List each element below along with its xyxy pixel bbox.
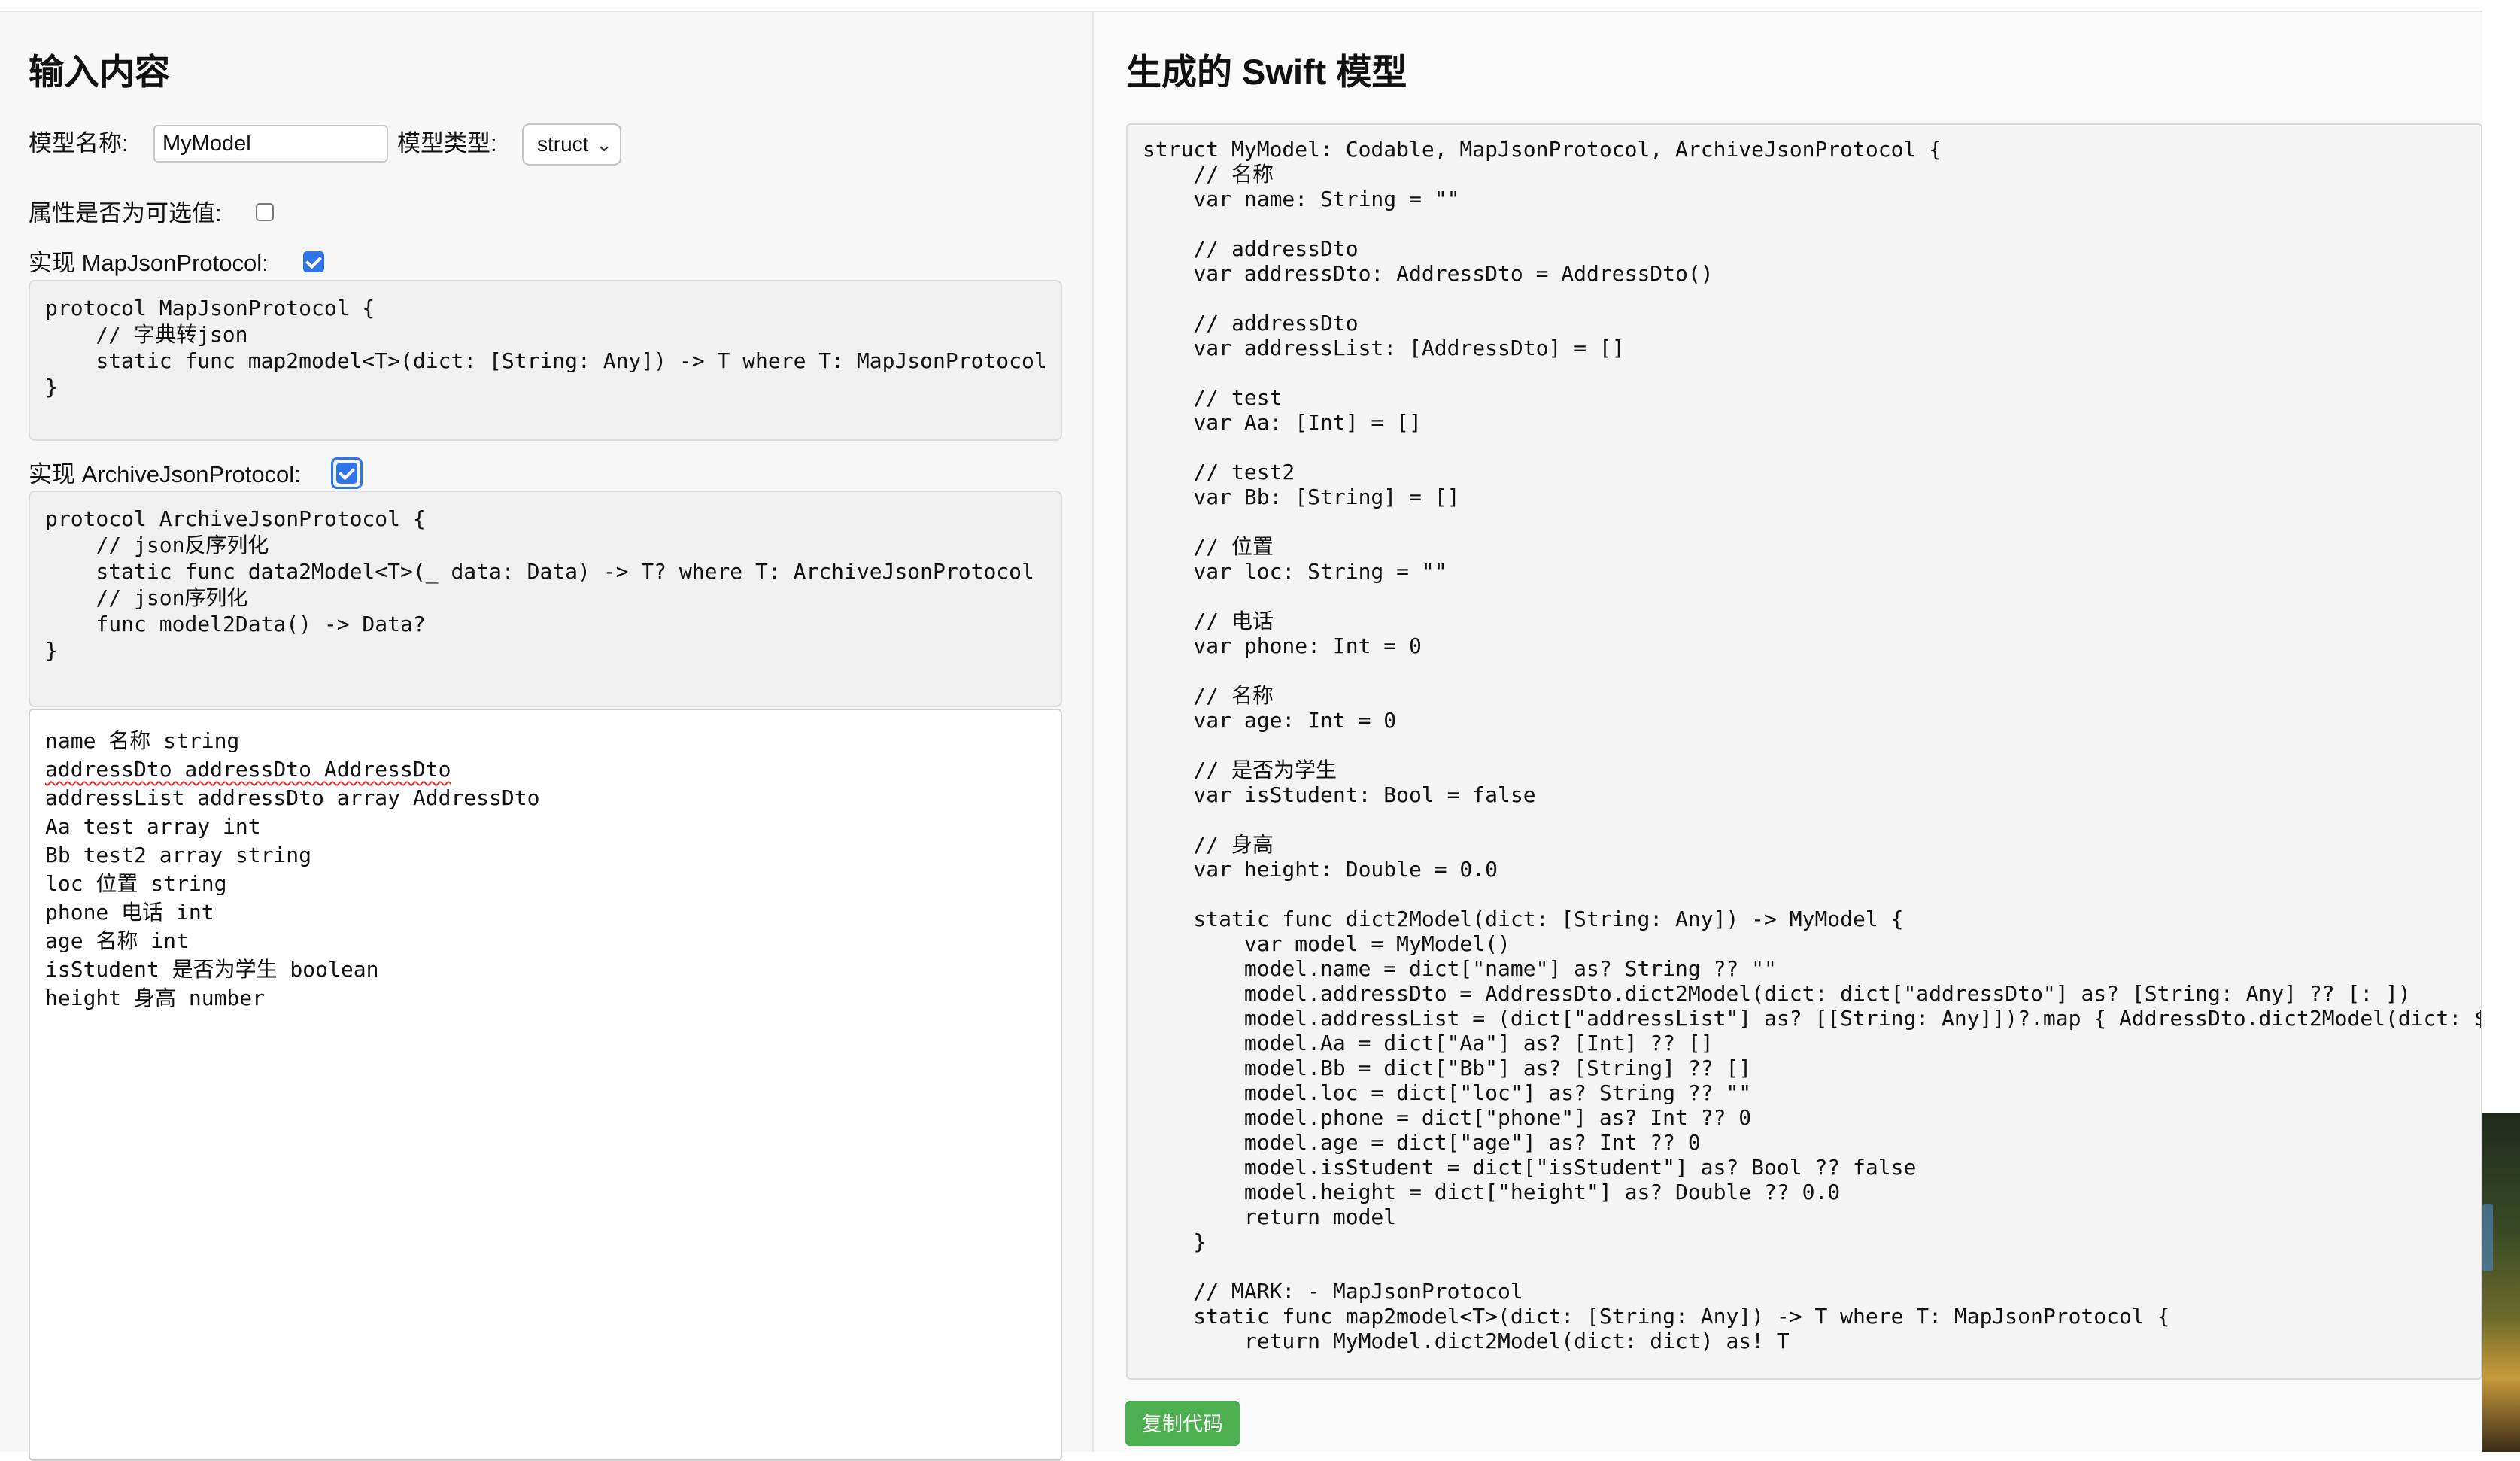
archive-protocol-code: protocol ArchiveJsonProtocol { // json反序… [45, 506, 1034, 663]
field-line: isStudent 是否为学生 boolean [45, 957, 379, 982]
map-protocol-label: 实现 MapJsonProtocol: [29, 250, 269, 276]
map-protocol-code-box: protocol MapJsonProtocol { // 字典转json st… [29, 280, 1062, 441]
field-line: loc 位置 string [45, 871, 227, 896]
field-line: addressDto addressDto AddressDto [45, 757, 451, 782]
map-protocol-code: protocol MapJsonProtocol { // 字典转json st… [45, 296, 1047, 399]
background-photo [2482, 1113, 2520, 1452]
copy-code-button[interactable]: 复制代码 [1125, 1401, 1240, 1446]
field-line: name 名称 string [45, 728, 240, 753]
model-type-select[interactable]: struct ⌄ [522, 123, 621, 166]
model-name-input[interactable]: MyModel [153, 125, 388, 163]
background-photo-detail [2482, 1204, 2493, 1271]
input-panel-title: 输入内容 [29, 52, 170, 92]
fields-input-text: name 名称 string addressDto addressDto Add… [45, 727, 1046, 1013]
swift-code-text: struct MyModel: Codable, MapJsonProtocol… [1143, 137, 2481, 1353]
field-line: phone 电话 int [45, 900, 214, 925]
swift-code-output[interactable]: struct MyModel: Codable, MapJsonProtocol… [1126, 123, 2482, 1380]
model-type-value: struct [537, 132, 589, 156]
optional-label: 属性是否为可选值: [29, 200, 222, 226]
output-panel-title: 生成的 Swift 模型 [1126, 52, 1407, 92]
archive-protocol-checkbox[interactable] [336, 463, 357, 484]
field-line: age 名称 int [45, 928, 189, 953]
optional-checkbox[interactable] [256, 203, 274, 221]
field-line: height 身高 number [45, 986, 266, 1010]
model-name-label: 模型名称: [29, 130, 129, 156]
chevron-down-icon: ⌄ [596, 133, 612, 156]
top-border [0, 0, 2482, 12]
map-protocol-checkbox[interactable] [303, 251, 324, 272]
archive-protocol-label: 实现 ArchiveJsonProtocol: [29, 461, 301, 488]
fields-textarea[interactable]: name 名称 string addressDto addressDto Add… [29, 709, 1062, 1461]
model-type-label: 模型类型: [397, 130, 497, 156]
field-line: Bb test2 array string [45, 843, 312, 867]
field-line: addressList addressDto array AddressDto [45, 785, 540, 810]
field-line: Aa test array int [45, 814, 261, 839]
archive-protocol-code-box: protocol ArchiveJsonProtocol { // json反序… [29, 491, 1062, 707]
